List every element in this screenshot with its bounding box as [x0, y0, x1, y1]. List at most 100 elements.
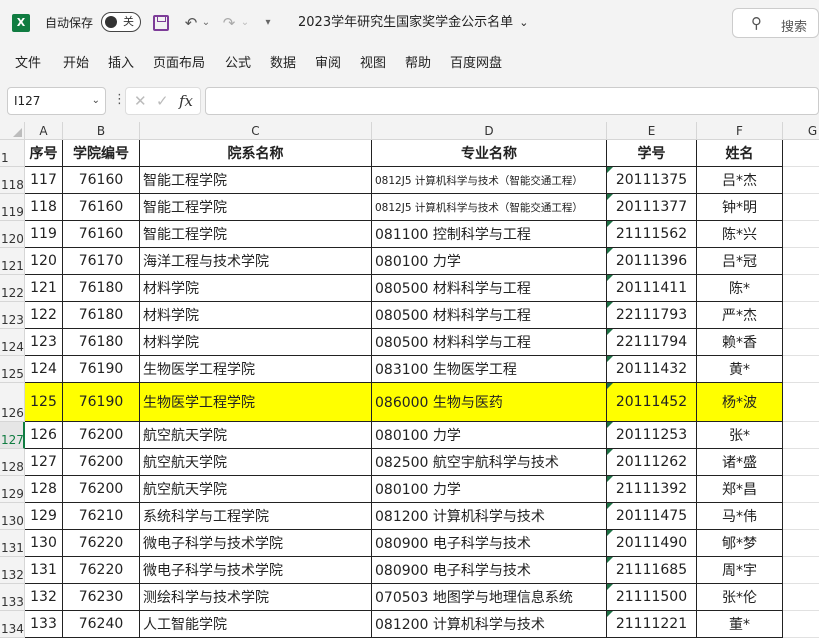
table-cell[interactable]: 航空航天学院 [140, 422, 372, 449]
table-cell[interactable]: 21111500 [607, 584, 697, 611]
table-cell[interactable]: 080900 电子科学与技术 [372, 530, 607, 557]
autosave-toggle[interactable]: 关 [101, 12, 141, 32]
table-cell[interactable]: 117 [25, 167, 63, 194]
table-cell[interactable]: 76190 [63, 383, 140, 422]
column-header-g[interactable]: G [783, 122, 819, 140]
name-box[interactable]: I127 ⌄ [7, 87, 106, 115]
customize-qat-icon[interactable]: ▾ [262, 12, 274, 34]
table-cell[interactable]: 0812J5 计算机科学与技术（智能交通工程） [372, 194, 607, 221]
table-cell[interactable]: 郇*梦 [697, 530, 783, 557]
row-header[interactable]: 131 [0, 530, 25, 557]
table-cell[interactable]: 081200 计算机科学与技术 [372, 611, 607, 638]
empty-cell[interactable] [783, 383, 819, 422]
cancel-icon[interactable]: ✕ [134, 91, 147, 111]
empty-cell[interactable] [783, 194, 819, 221]
table-cell[interactable]: 微电子科学与技术学院 [140, 557, 372, 584]
table-cell[interactable]: 76160 [63, 221, 140, 248]
table-cell[interactable]: 080900 电子科学与技术 [372, 557, 607, 584]
empty-cell[interactable] [783, 329, 819, 356]
empty-cell[interactable] [783, 422, 819, 449]
header-cell[interactable]: 学院编号 [63, 140, 140, 167]
table-cell[interactable]: 微电子科学与技术学院 [140, 530, 372, 557]
undo-dropdown-icon[interactable]: ⌄ [201, 12, 211, 34]
empty-cell[interactable] [783, 356, 819, 383]
table-cell[interactable]: 130 [25, 530, 63, 557]
table-cell[interactable]: 测绘科学与技术学院 [140, 584, 372, 611]
tab-home[interactable]: 开始 [63, 55, 89, 73]
tab-insert[interactable]: 插入 [108, 55, 134, 73]
row-header[interactable]: 133 [0, 584, 25, 611]
table-cell[interactable]: 航空航天学院 [140, 449, 372, 476]
table-cell[interactable]: 124 [25, 356, 63, 383]
empty-cell[interactable] [783, 530, 819, 557]
empty-cell[interactable] [783, 167, 819, 194]
table-cell[interactable]: 76190 [63, 356, 140, 383]
table-cell[interactable]: 132 [25, 584, 63, 611]
table-cell[interactable]: 76220 [63, 530, 140, 557]
search-box[interactable]: ⚲ 搜索 [732, 8, 819, 38]
tab-data[interactable]: 数据 [270, 55, 296, 73]
undo-icon[interactable]: ↶ [181, 12, 201, 34]
header-cell[interactable]: 姓名 [697, 140, 783, 167]
table-cell[interactable]: 083100 生物医学工程 [372, 356, 607, 383]
empty-cell[interactable] [783, 140, 819, 167]
table-cell[interactable]: 钟*明 [697, 194, 783, 221]
table-cell[interactable]: 123 [25, 329, 63, 356]
table-cell[interactable]: 0812J5 计算机科学与技术（智能交通工程） [372, 167, 607, 194]
table-cell[interactable]: 黄* [697, 356, 783, 383]
header-cell[interactable]: 院系名称 [140, 140, 372, 167]
table-cell[interactable]: 080100 力学 [372, 476, 607, 503]
table-cell[interactable]: 20111396 [607, 248, 697, 275]
empty-cell[interactable] [783, 275, 819, 302]
table-cell[interactable]: 陈* [697, 275, 783, 302]
row-header[interactable]: 128 [0, 449, 25, 476]
table-cell[interactable]: 76180 [63, 329, 140, 356]
tab-review[interactable]: 审阅 [315, 55, 341, 73]
table-cell[interactable]: 20111377 [607, 194, 697, 221]
table-cell[interactable]: 21111685 [607, 557, 697, 584]
empty-cell[interactable] [783, 302, 819, 329]
column-header-f[interactable]: F [697, 122, 783, 140]
row-header[interactable]: 134 [0, 611, 25, 638]
save-icon[interactable] [151, 12, 171, 34]
table-cell[interactable]: 董* [697, 611, 783, 638]
table-cell[interactable]: 080100 力学 [372, 422, 607, 449]
table-cell[interactable]: 20111375 [607, 167, 697, 194]
tab-file[interactable]: 文件 [15, 55, 41, 73]
table-cell[interactable]: 76160 [63, 167, 140, 194]
column-header-a[interactable]: A [25, 122, 63, 140]
insert-function-icon[interactable]: fx [179, 91, 193, 111]
empty-cell[interactable] [783, 221, 819, 248]
column-header-c[interactable]: C [140, 122, 372, 140]
table-cell[interactable]: 杨*波 [697, 383, 783, 422]
tab-view[interactable]: 视图 [360, 55, 386, 73]
row-header[interactable]: 130 [0, 503, 25, 530]
row-header[interactable]: 126 [0, 383, 25, 422]
formula-input[interactable] [205, 87, 819, 115]
tab-help[interactable]: 帮助 [405, 55, 431, 73]
table-cell[interactable]: 080500 材料科学与工程 [372, 302, 607, 329]
empty-cell[interactable] [783, 449, 819, 476]
table-cell[interactable]: 吕*冠 [697, 248, 783, 275]
table-cell[interactable]: 智能工程学院 [140, 167, 372, 194]
empty-cell[interactable] [783, 611, 819, 638]
table-cell[interactable]: 21111562 [607, 221, 697, 248]
row-header[interactable]: 121 [0, 248, 25, 275]
table-cell[interactable]: 海洋工程与技术学院 [140, 248, 372, 275]
table-cell[interactable]: 22111793 [607, 302, 697, 329]
empty-cell[interactable] [783, 584, 819, 611]
row-header[interactable]: 1 [0, 140, 25, 167]
table-cell[interactable]: 76200 [63, 476, 140, 503]
row-header[interactable]: 125 [0, 356, 25, 383]
table-cell[interactable]: 22111794 [607, 329, 697, 356]
select-all-corner[interactable] [0, 122, 25, 140]
table-cell[interactable]: 马*伟 [697, 503, 783, 530]
table-cell[interactable]: 赖*香 [697, 329, 783, 356]
table-cell[interactable]: 诸*盛 [697, 449, 783, 476]
table-cell[interactable]: 131 [25, 557, 63, 584]
column-header-d[interactable]: D [372, 122, 607, 140]
document-title[interactable]: 2023学年研究生国家奖学金公示名单 ⌄ [298, 13, 528, 33]
empty-cell[interactable] [783, 476, 819, 503]
row-header[interactable]: 132 [0, 557, 25, 584]
table-cell[interactable]: 081100 控制科学与工程 [372, 221, 607, 248]
